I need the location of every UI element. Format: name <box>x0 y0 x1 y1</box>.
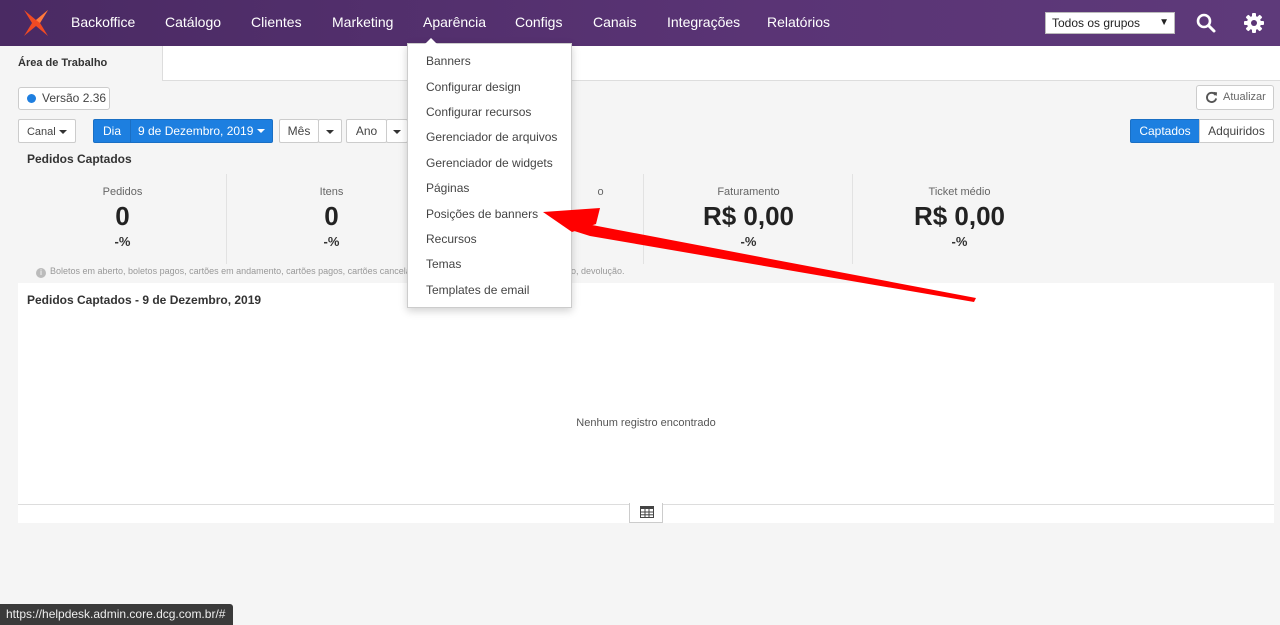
kpi-delta: -% <box>740 234 757 249</box>
tab-area-de-trabalho[interactable]: Área de Trabalho <box>0 46 163 81</box>
channel-label: Canal <box>26 126 56 138</box>
select-caret-icon: ▼ <box>1159 17 1169 28</box>
menu-item-recursos[interactable]: Recursos <box>426 232 477 246</box>
kpi-faturamento: Faturamento R$ 0,00 -% <box>644 174 853 264</box>
menu-item-posicoes-banners[interactable]: Posições de banners <box>426 207 538 221</box>
workspace-tabs: Área de Trabalho <box>0 46 1280 81</box>
menu-item-paginas[interactable]: Páginas <box>426 181 469 195</box>
info-icon: i <box>36 268 46 278</box>
menu-item-configurar-design[interactable]: Configurar design <box>426 80 521 94</box>
menu-item-temas[interactable]: Temas <box>426 257 461 271</box>
kpi-itens: Itens 0 -% <box>227 174 436 264</box>
status-dot-icon <box>27 94 36 103</box>
nav-marketing[interactable]: Marketing <box>332 0 393 46</box>
kpi-value: R$ 0,00 <box>913 201 1006 231</box>
kpi-delta: -% <box>951 234 968 249</box>
chevron-down-icon <box>59 129 68 134</box>
day-button[interactable]: Dia <box>93 119 131 143</box>
month-dropdown-toggle[interactable] <box>318 119 342 143</box>
empty-message: Nenhum registro encontrado <box>576 417 716 429</box>
menu-item-gerenciador-widgets[interactable]: Gerenciador de widgets <box>426 156 553 170</box>
logo-icon[interactable] <box>22 8 50 38</box>
nav-clientes[interactable]: Clientes <box>251 0 302 46</box>
version-badge: Versão 2.36 <box>18 87 110 110</box>
group-select[interactable]: Todos os grupos ▼ <box>1045 12 1175 34</box>
nav-canais[interactable]: Canais <box>593 0 637 46</box>
kpi-divider <box>852 174 853 264</box>
refresh-label: Atualizar <box>1223 91 1266 103</box>
aparencia-dropdown-menu: Banners Configurar design Configurar rec… <box>407 38 572 308</box>
menu-item-banners[interactable]: Banners <box>426 54 471 68</box>
kpi-pedidos: Pedidos 0 -% <box>18 174 227 264</box>
orders-chart-panel: Pedidos Captados - 9 de Dezembro, 2019 N… <box>18 283 1274 523</box>
menu-item-templates-email[interactable]: Templates de email <box>426 283 529 297</box>
top-nav: Backoffice Catálogo Clientes Marketing A… <box>0 0 1280 46</box>
kpi-label: Itens <box>319 186 344 198</box>
date-value: 9 de Dezembro, 2019 <box>138 124 254 138</box>
menu-item-gerenciador-arquivos[interactable]: Gerenciador de arquivos <box>426 130 557 144</box>
chevron-down-icon <box>393 129 401 134</box>
captured-toggle[interactable]: Captados <box>1130 119 1200 143</box>
nav-integracoes[interactable]: Integrações <box>667 0 740 46</box>
kpi-value: 0 <box>324 201 339 231</box>
gear-icon[interactable] <box>1243 12 1265 34</box>
nav-relatorios[interactable]: Relatórios <box>767 0 830 46</box>
section-title: Pedidos Captados <box>27 152 132 166</box>
kpi-delta: -% <box>323 234 340 249</box>
channel-dropdown[interactable]: Canal <box>18 119 76 143</box>
nav-configs[interactable]: Configs <box>515 0 562 46</box>
kpi-value: R$ 0,00 <box>702 201 795 231</box>
note-end: ho, devolução. <box>566 266 625 276</box>
refresh-icon <box>1206 91 1218 103</box>
group-select-value: Todos os grupos <box>1052 16 1141 30</box>
chevron-down-icon <box>326 129 334 134</box>
version-label: Versão 2.36 <box>42 91 107 105</box>
search-icon[interactable] <box>1195 12 1217 34</box>
date-picker[interactable]: 9 de Dezembro, 2019 <box>130 119 273 143</box>
month-button[interactable]: Mês <box>279 119 319 143</box>
acquired-toggle[interactable]: Adquiridos <box>1199 119 1274 143</box>
kpi-ticket-medio: Ticket médio R$ 0,00 -% <box>855 174 1064 264</box>
kpi-label: Pedidos <box>102 186 143 198</box>
nav-catalogo[interactable]: Catálogo <box>165 0 221 46</box>
kpi-delta: -% <box>114 234 131 249</box>
menu-item-configurar-recursos[interactable]: Configurar recursos <box>426 105 531 119</box>
kpi-label: Ticket médio <box>928 186 991 198</box>
nav-backoffice[interactable]: Backoffice <box>71 0 135 46</box>
table-icon <box>640 506 654 518</box>
kpi-label: Faturamento <box>717 186 780 198</box>
refresh-button[interactable]: Atualizar <box>1196 85 1274 110</box>
kpi-footnote: i Boletos em aberto, boletos pagos, cartõ… <box>36 266 435 278</box>
chevron-down-icon <box>257 129 265 133</box>
year-button[interactable]: Ano <box>346 119 387 143</box>
status-bar-url: https://helpdesk.admin.core.dcg.com.br/# <box>0 604 233 625</box>
table-view-button[interactable] <box>629 503 663 523</box>
kpi-value: 0 <box>115 201 130 231</box>
note-start: Boletos em aberto, boletos pagos, cartõe… <box>50 266 436 276</box>
panel-title: Pedidos Captados - 9 de Dezembro, 2019 <box>27 293 262 307</box>
year-dropdown-toggle[interactable] <box>386 119 408 143</box>
